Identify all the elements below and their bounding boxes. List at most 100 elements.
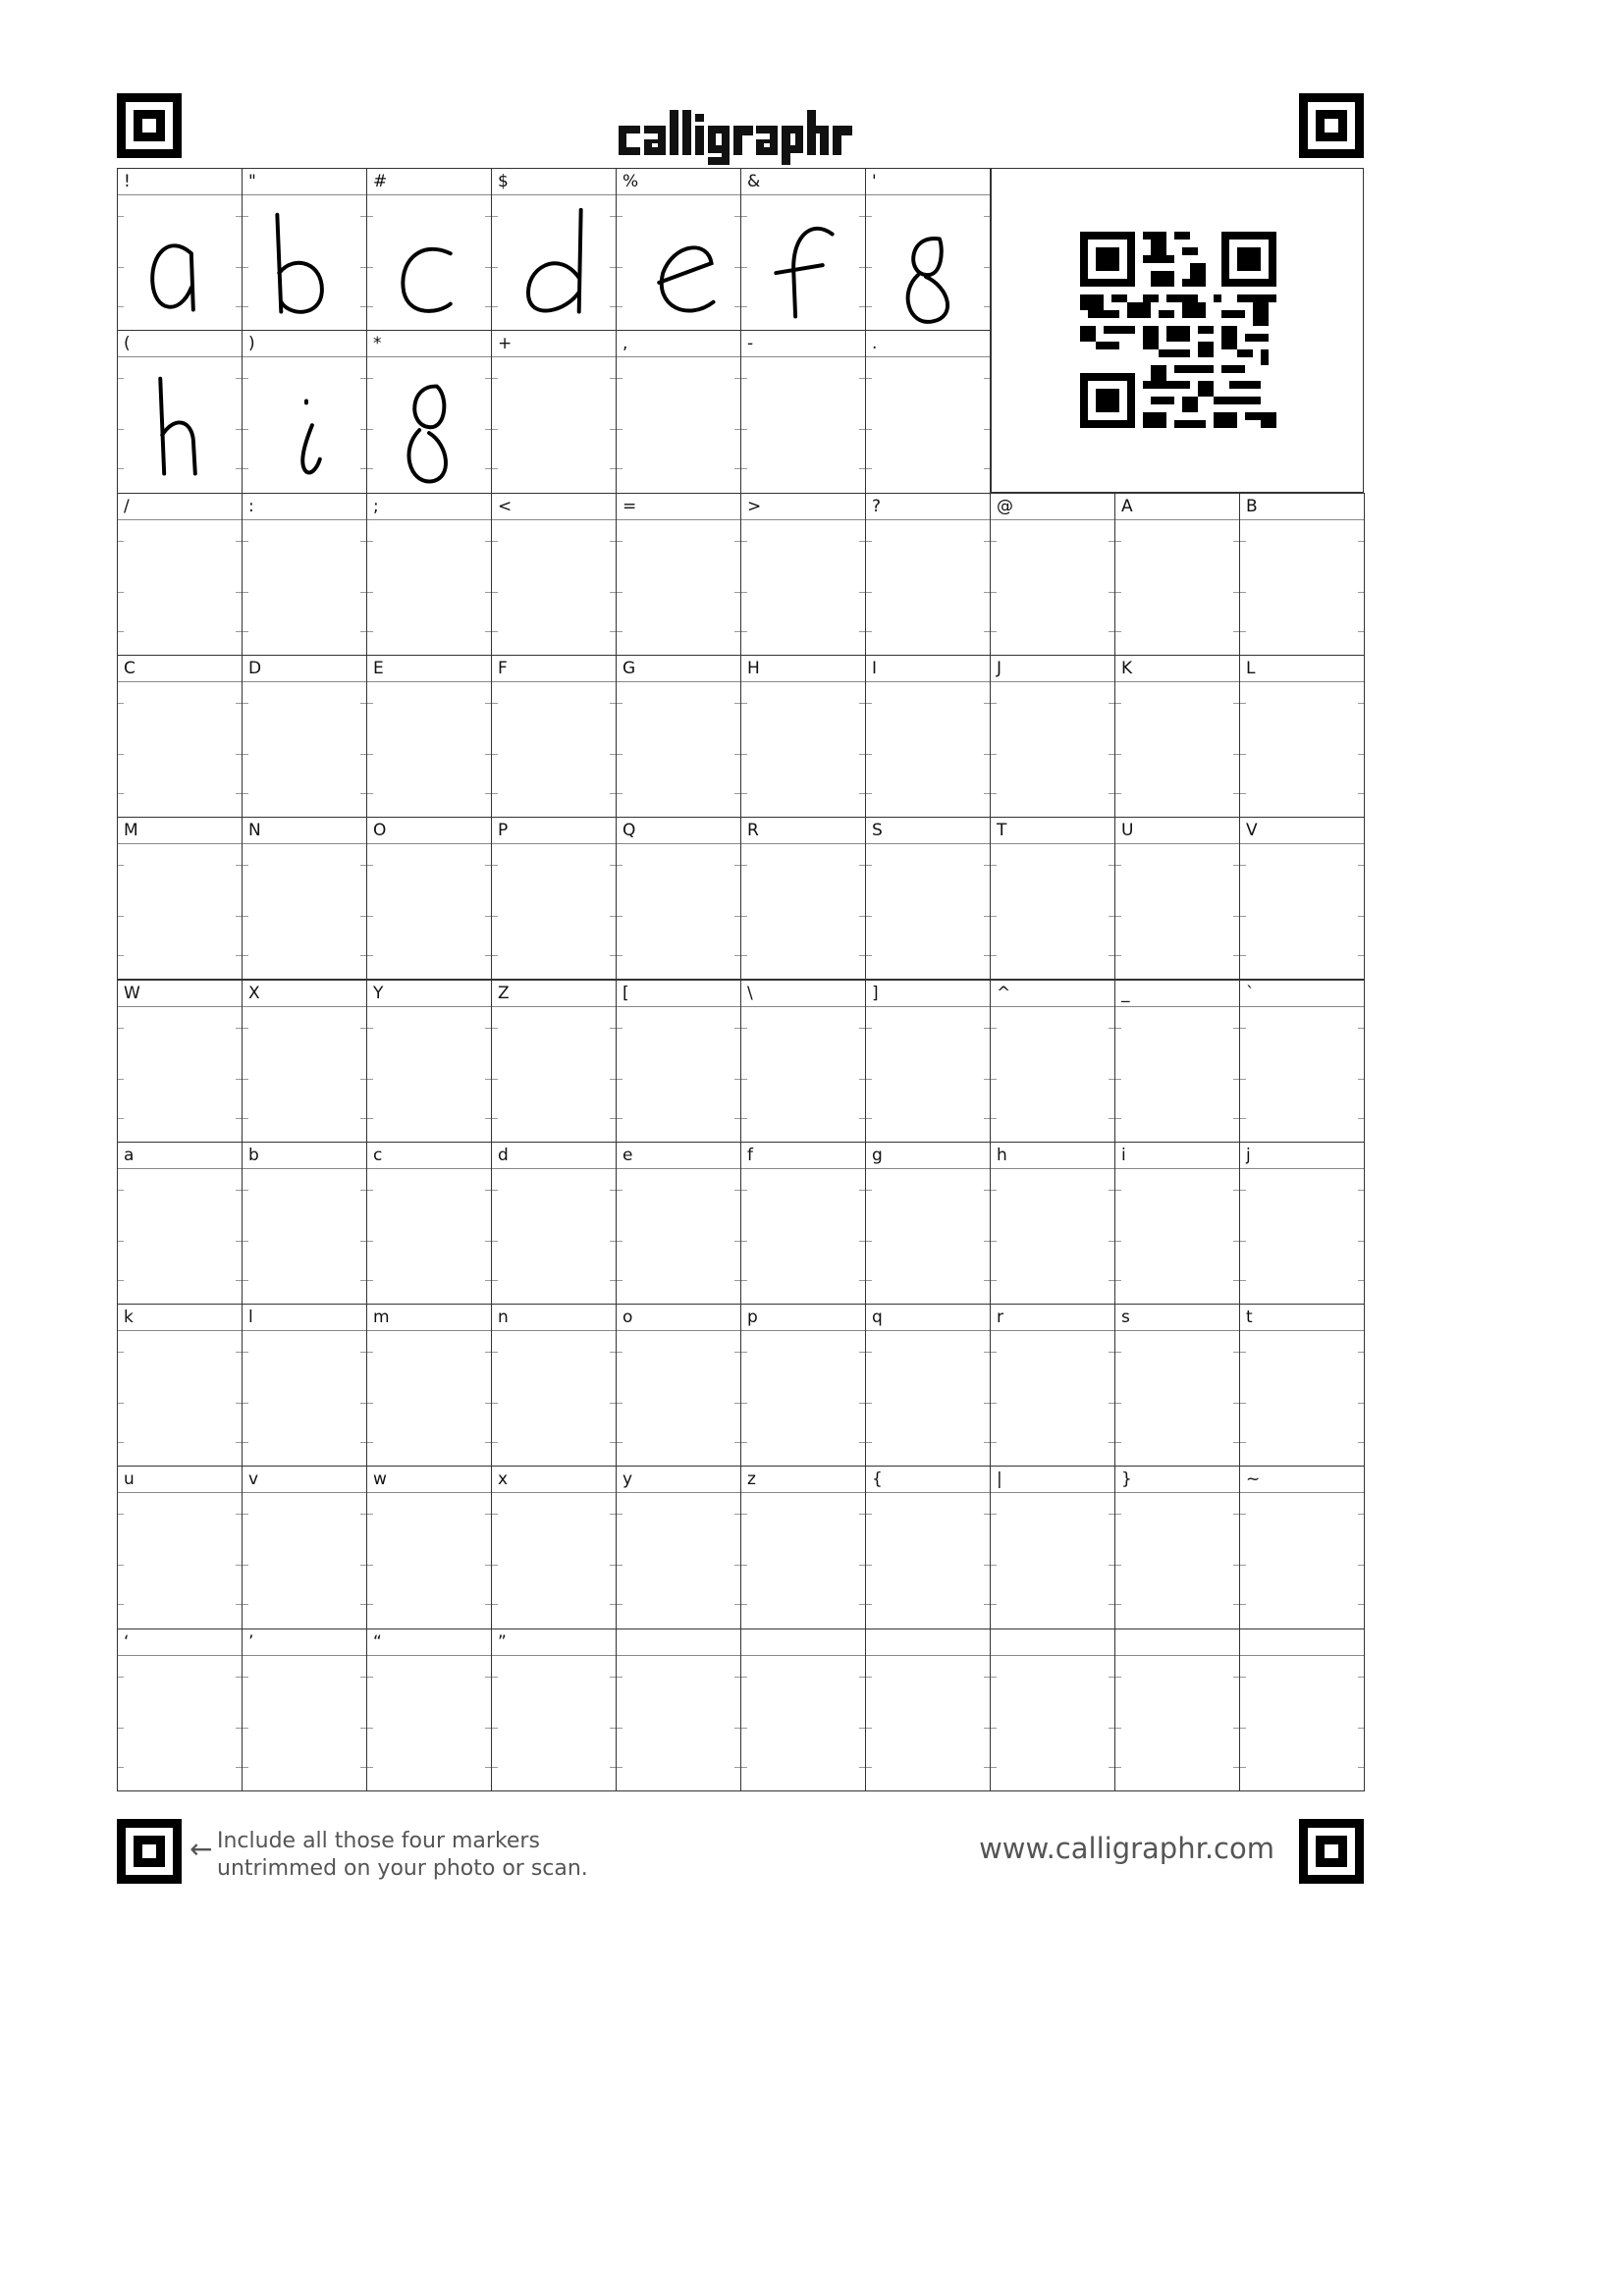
glyph-cell: j [1239, 1141, 1365, 1306]
glyph-cell-label: g [866, 1143, 990, 1169]
glyph-cell: > [740, 492, 866, 656]
handwritten-glyph-b [275, 212, 324, 314]
glyph-cell-label: ? [866, 494, 990, 520]
glyph-cell: , [616, 330, 741, 494]
glyph-cell [990, 1628, 1115, 1791]
glyph-cell-label [741, 1629, 865, 1656]
arrow-left-icon: ← [189, 1833, 213, 1865]
glyph-cell: A [1114, 492, 1240, 656]
glyph-cell: u [117, 1466, 243, 1629]
handwritten-glyph-a [150, 243, 195, 312]
glyph-cell-label: “ [367, 1629, 491, 1656]
glyph-cell-label: , [617, 331, 740, 358]
glyph-cell: P [491, 817, 617, 981]
glyph-cell: . [865, 330, 991, 494]
glyph-cell: } [1114, 1466, 1240, 1629]
glyph-cell: Z [491, 979, 617, 1143]
glyph-cell: O [366, 817, 492, 981]
glyph-cell-label: q [866, 1305, 990, 1332]
marker-instruction: Include all those four markers untrimmed… [217, 1828, 588, 1883]
glyph-cell: L [1239, 654, 1365, 819]
glyph-cell-label: % [617, 169, 740, 195]
glyph-cell: R [740, 817, 866, 981]
glyph-cell-label: x [492, 1467, 616, 1494]
glyph-cell: c [366, 1141, 492, 1306]
glyph-cell-label: p [741, 1305, 865, 1332]
glyph-cell-label: \ [741, 981, 865, 1007]
glyph-cell: ; [366, 492, 492, 656]
glyph-cell-label: Q [617, 818, 740, 845]
glyph-cell: M [117, 817, 243, 981]
glyph-cell: G [616, 654, 741, 819]
glyph-cell-label: l [243, 1305, 366, 1332]
glyph-cell: o [616, 1304, 741, 1468]
glyph-cell-label: ` [1240, 981, 1364, 1007]
glyph-cell: a [117, 1141, 243, 1306]
glyph-cell: v [242, 1466, 367, 1629]
glyph-cell-label: S [866, 818, 990, 845]
glyph-cell: ’ [242, 1628, 367, 1791]
glyph-cell-label: E [367, 656, 491, 682]
corner-marker-bottom-right [1299, 1819, 1364, 1884]
glyph-cell-label: ~ [1240, 1467, 1364, 1494]
glyph-cell-label: V [1240, 818, 1364, 845]
glyph-cell-label: h [991, 1143, 1114, 1169]
glyph-cell: [ [616, 979, 741, 1143]
glyph-cell-label: u [118, 1467, 242, 1494]
handwritten-glyph-g [905, 237, 949, 324]
glyph-cell-label: F [492, 656, 616, 682]
glyph-cell: " [242, 168, 367, 332]
glyph-cell: ` [1239, 979, 1365, 1143]
glyph-cell: ? [865, 492, 991, 656]
glyph-cell-label: C [118, 656, 242, 682]
glyph-cell-label: ‘ [118, 1629, 242, 1656]
glyph-cell-label: O [367, 818, 491, 845]
glyph-cell-label: t [1240, 1305, 1364, 1332]
glyph-cell-label: ( [118, 331, 242, 358]
glyph-cell-label: W [118, 981, 242, 1007]
glyph-cell-label: w [367, 1467, 491, 1494]
glyph-cell: # [366, 168, 492, 332]
glyph-cell: g [865, 1141, 991, 1306]
glyph-cell-label: H [741, 656, 865, 682]
glyph-cell-label: T [991, 818, 1114, 845]
glyph-cell [616, 1628, 741, 1791]
glyph-cell-label: J [991, 656, 1114, 682]
glyph-cell: & [740, 168, 866, 332]
glyph-cell: ! [117, 168, 243, 332]
glyph-cell: d [491, 1141, 617, 1306]
glyph-cell-label: + [492, 331, 616, 358]
glyph-cell-label: } [1115, 1467, 1239, 1494]
glyph-cell-label: @ [991, 494, 1114, 520]
glyph-cell: W [117, 979, 243, 1143]
glyph-cell: T [990, 817, 1115, 981]
glyph-cell: h [990, 1141, 1115, 1306]
glyph-cell-label: j [1240, 1143, 1364, 1169]
glyph-cell-label: Y [367, 981, 491, 1007]
glyph-cell-label: ^ [991, 981, 1114, 1007]
glyph-cell: V [1239, 817, 1365, 981]
glyph-cell-label: - [741, 331, 865, 358]
glyph-cell-label [866, 1629, 990, 1656]
glyph-cell: _ [1114, 979, 1240, 1143]
glyph-cell: < [491, 492, 617, 656]
glyph-cell: ” [491, 1628, 617, 1791]
glyph-cell-label: ; [367, 494, 491, 520]
glyph-cell-label: n [492, 1305, 616, 1332]
glyph-cell: x [491, 1466, 617, 1629]
glyph-cell: / [117, 492, 243, 656]
glyph-cell: y [616, 1466, 741, 1629]
glyph-cell-label: y [617, 1467, 740, 1494]
glyph-cell: ] [865, 979, 991, 1143]
glyph-cell: E [366, 654, 492, 819]
glyph-cell [865, 1628, 991, 1791]
glyph-cell: + [491, 330, 617, 494]
glyph-cell-label: ’ [243, 1629, 366, 1656]
glyph-cell: f [740, 1141, 866, 1306]
glyph-cell: t [1239, 1304, 1365, 1468]
glyph-cell-label: c [367, 1143, 491, 1169]
glyph-cell-label: e [617, 1143, 740, 1169]
glyph-cell-label: $ [492, 169, 616, 195]
glyph-cell-label: v [243, 1467, 366, 1494]
glyph-cell: X [242, 979, 367, 1143]
